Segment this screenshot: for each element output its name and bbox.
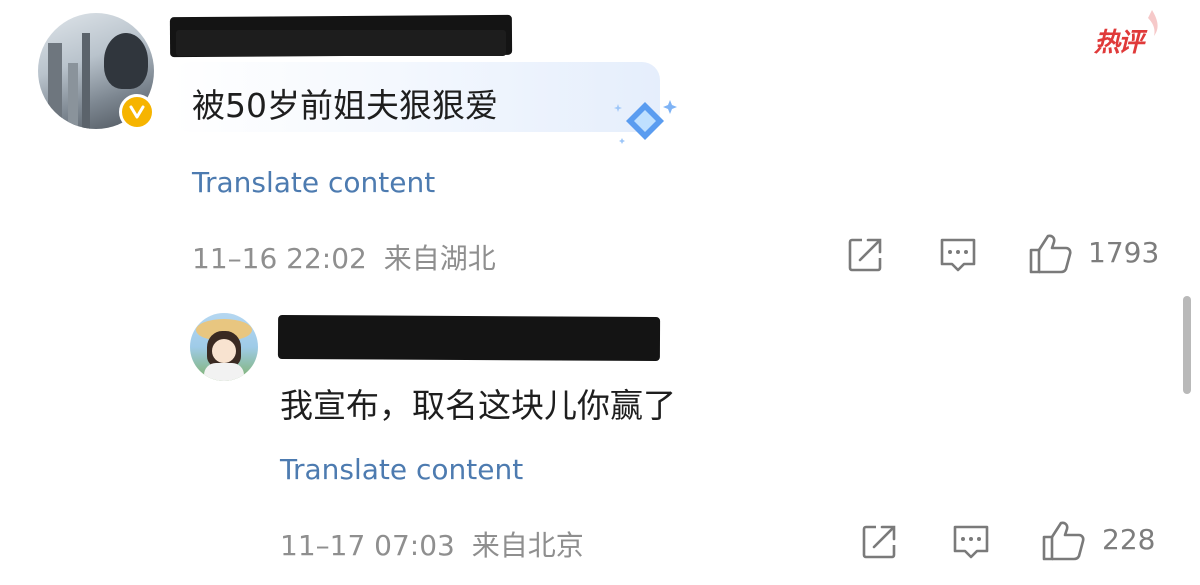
- comment-text: 被50岁前姐夫狠狠爱: [192, 86, 498, 125]
- comment-timestamp: 11–16 22:02: [192, 242, 367, 275]
- reply-author-avatar[interactable]: [190, 313, 258, 381]
- reply-location: 来自北京: [471, 529, 584, 562]
- share-icon[interactable]: [846, 236, 884, 274]
- reply-like-count: 228: [1102, 523, 1156, 556]
- hot-comment-label: 热评: [1094, 28, 1144, 58]
- reply-translate-content-link[interactable]: Translate content: [280, 453, 523, 486]
- reply-text: 我宣布，取名这块儿你赢了: [280, 386, 676, 425]
- scrollbar-thumb[interactable]: [1183, 296, 1191, 394]
- translate-content-link[interactable]: Translate content: [192, 166, 435, 199]
- comment-meta: 11–16 22:02 来自湖北: [192, 237, 496, 277]
- like-count: 1793: [1088, 236, 1160, 269]
- redaction-stroke: [176, 30, 506, 56]
- verified-badge-icon: [119, 94, 155, 130]
- comment-location: 来自湖北: [383, 242, 496, 275]
- hot-comment-badge: 热评: [1092, 6, 1162, 58]
- reply-share-icon[interactable]: [860, 523, 898, 561]
- reply-timestamp: 11–17 07:03: [280, 529, 455, 562]
- diamond-sticker-icon: [614, 100, 677, 144]
- reply-icon[interactable]: [938, 236, 978, 274]
- reply-reply-icon[interactable]: [951, 523, 991, 561]
- like-icon[interactable]: [1028, 232, 1074, 276]
- reply-author-name-redacted[interactable]: [277, 315, 661, 361]
- reply-meta: 11–17 07:03 来自北京: [280, 524, 584, 564]
- reply-like-icon[interactable]: [1041, 519, 1087, 563]
